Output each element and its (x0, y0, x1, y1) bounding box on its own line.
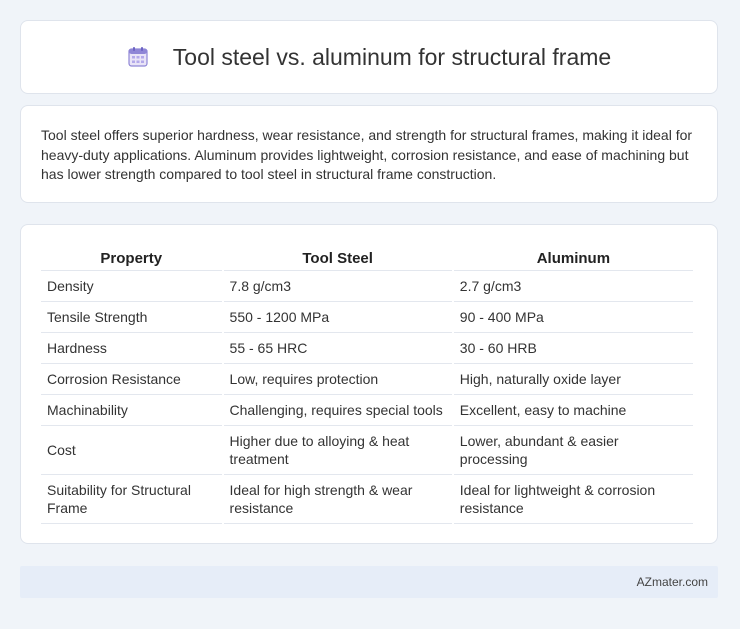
cell-tool-steel: Ideal for high strength & wear resistanc… (223, 475, 452, 524)
table-row: Suitability for Structural Frame Ideal f… (41, 475, 693, 524)
cell-aluminum: Excellent, easy to machine (453, 395, 693, 426)
cell-aluminum: Lower, abundant & easier processing (453, 426, 693, 475)
cell-aluminum: High, naturally oxide layer (453, 364, 693, 395)
footer: AZmater.com (20, 566, 718, 598)
cell-tool-steel: 550 - 1200 MPa (223, 302, 452, 333)
page-title: Tool steel vs. aluminum for structural f… (172, 43, 612, 70)
cell-property: Density (41, 271, 222, 302)
table-row: Corrosion Resistance Low, requires prote… (41, 364, 693, 395)
comparison-card: Property Tool Steel Aluminum Density 7.8… (20, 224, 718, 544)
cell-tool-steel: Challenging, requires special tools (223, 395, 452, 426)
cell-tool-steel: 55 - 65 HRC (223, 333, 452, 364)
footer-source: AZmater.com (636, 575, 708, 589)
cell-property: Machinability (41, 395, 222, 426)
cell-aluminum: 30 - 60 HRB (453, 333, 693, 364)
cell-tool-steel: 7.8 g/cm3 (223, 271, 452, 302)
cell-tool-steel: Higher due to alloying & heat treatment (223, 426, 452, 475)
header-tool-steel: Tool Steel (223, 247, 452, 271)
header-aluminum: Aluminum (453, 247, 693, 271)
cell-aluminum: Ideal for lightweight & corrosion resist… (453, 475, 693, 524)
table-row: Cost Higher due to alloying & heat treat… (41, 426, 693, 475)
table-row: Machinability Challenging, requires spec… (41, 395, 693, 426)
table-row: Density 7.8 g/cm3 2.7 g/cm3 (41, 271, 693, 302)
title-card: Tool steel vs. aluminum for structural f… (20, 20, 718, 94)
cell-tool-steel: Low, requires protection (223, 364, 452, 395)
table-row: Tensile Strength 550 - 1200 MPa 90 - 400… (41, 302, 693, 333)
cell-aluminum: 90 - 400 MPa (453, 302, 693, 333)
cell-property: Cost (41, 426, 222, 475)
cell-aluminum: 2.7 g/cm3 (453, 271, 693, 302)
comparison-table: Property Tool Steel Aluminum Density 7.8… (39, 247, 695, 524)
cell-property: Corrosion Resistance (41, 364, 222, 395)
summary-text: Tool steel offers superior hardness, wea… (41, 127, 693, 182)
table-header-row: Property Tool Steel Aluminum (41, 247, 693, 271)
cell-property: Suitability for Structural Frame (41, 475, 222, 524)
cell-property: Hardness (41, 333, 222, 364)
calendar-icon (127, 46, 149, 68)
header-property: Property (41, 247, 222, 271)
cell-property: Tensile Strength (41, 302, 222, 333)
summary-card: Tool steel offers superior hardness, wea… (20, 105, 718, 203)
table-row: Hardness 55 - 65 HRC 30 - 60 HRB (41, 333, 693, 364)
